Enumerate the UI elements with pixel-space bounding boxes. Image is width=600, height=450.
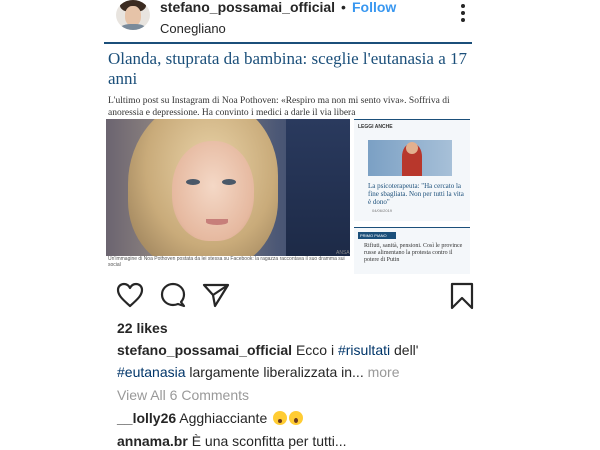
article-subhead: L'ultimo post su Instagram di Noa Pothov…: [108, 96, 450, 118]
avatar-shirt: [120, 24, 146, 30]
comment-item: __lolly26 Agghiacciante: [117, 410, 304, 426]
caption-username[interactable]: stefano_possamai_official: [117, 342, 292, 358]
action-bar: [0, 280, 600, 312]
leggi-anche-text: La psicoterapeuta: "Ha cercato la fine s…: [368, 182, 464, 206]
caption-text-pre: Ecco i: [292, 342, 338, 358]
avatar-face: [125, 6, 141, 26]
view-all-comments-link[interactable]: View All 6 Comments: [117, 387, 249, 403]
avatar[interactable]: [116, 0, 150, 30]
article-headline: Olanda, stuprata da bambina: sceglie l'e…: [108, 49, 467, 88]
follow-button[interactable]: Follow: [352, 0, 396, 15]
primo-piano-tag: PRIMO PIANO: [358, 232, 396, 239]
primo-piano-box: PRIMO PIANO Rifiuti, sanità, pensioni. C…: [354, 227, 470, 274]
primo-piano-text: Rifiuti, sanità, pensioni. Così le provi…: [364, 243, 463, 263]
caption-line-2: #eutanasia largamente liberalizzata in..…: [117, 364, 400, 380]
hashtag-risultati[interactable]: #risultati: [338, 342, 390, 358]
comment-text: È una sconfitta per tutti...: [187, 433, 347, 449]
scream-emoji-icon: [273, 411, 288, 425]
likes-count[interactable]: 22 likes: [117, 320, 168, 336]
leggi-anche-date: 04/06/2019: [372, 208, 393, 213]
article-divider: [104, 42, 472, 44]
comment-icon[interactable]: [160, 282, 186, 308]
post-location[interactable]: Conegliano: [160, 21, 226, 36]
share-icon[interactable]: [202, 282, 230, 308]
comment-username[interactable]: annama.br: [117, 433, 188, 449]
post-image[interactable]: Olanda, stuprata da bambina: sceglie l'e…: [104, 42, 472, 278]
astonished-emoji-icon: [289, 411, 304, 425]
post-username[interactable]: stefano_possamai_official: [160, 0, 335, 15]
caption-text-post: largamente liberalizzata in...: [185, 364, 364, 380]
photo-credit: ANSA: [336, 250, 350, 256]
bookmark-icon[interactable]: [450, 282, 474, 310]
caption-line-1: stefano_possamai_official Ecco i #risult…: [117, 342, 418, 358]
article-photo: [106, 119, 350, 256]
leggi-anche-title: LEGGI ANCHE: [358, 124, 393, 130]
caption-text-mid: dell': [390, 342, 419, 358]
heart-icon[interactable]: [116, 282, 144, 308]
more-vertical-icon[interactable]: [458, 4, 468, 26]
photo-caption: Un'immagine di Noa Pothoven postata da l…: [108, 256, 345, 268]
separator-dot: •: [341, 0, 346, 15]
leggi-anche-box: LEGGI ANCHE La psicoterapeuta: "Ha cerca…: [354, 119, 470, 221]
leggi-anche-image: [368, 140, 452, 176]
article-sidebar: LEGGI ANCHE La psicoterapeuta: "Ha cerca…: [354, 119, 470, 274]
caption-more-link[interactable]: more: [364, 364, 400, 380]
comment-text: Agghiacciante: [176, 410, 272, 426]
hashtag-eutanasia[interactable]: #eutanasia: [117, 364, 186, 380]
post-header: stefano_possamai_official • Follow Coneg…: [0, 0, 600, 40]
comment-item: annama.br È una sconfitta per tutti...: [117, 433, 347, 449]
comment-username[interactable]: __lolly26: [117, 410, 176, 426]
